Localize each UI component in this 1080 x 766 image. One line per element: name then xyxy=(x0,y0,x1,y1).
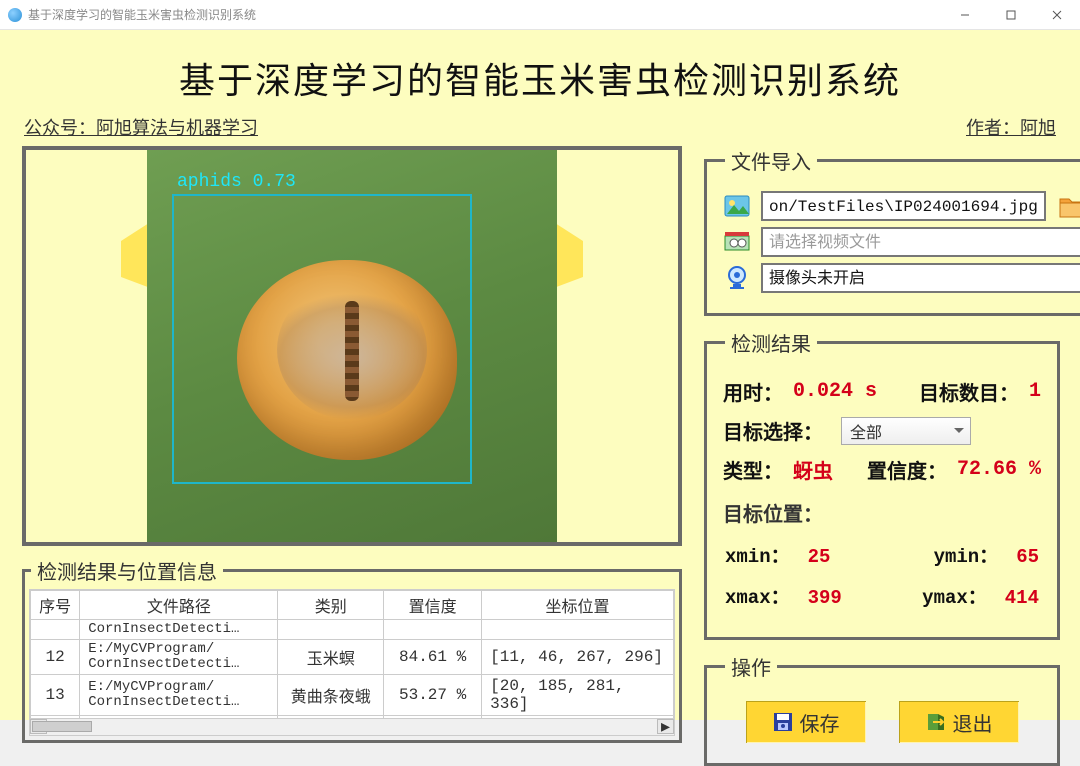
minimize-button[interactable] xyxy=(942,0,988,30)
subtitle-left: 公众号：阿旭算法与机器学习 xyxy=(24,114,258,140)
conf-label: 置信度： xyxy=(867,455,947,484)
target-select[interactable]: 全部 xyxy=(841,417,971,445)
save-icon xyxy=(772,711,794,733)
browse-image-button[interactable] xyxy=(1056,191,1080,221)
window-titlebar: 基于深度学习的智能玉米害虫检测识别系统 xyxy=(0,0,1080,30)
col-index[interactable]: 序号 xyxy=(31,591,80,620)
actions-legend: 操作 xyxy=(725,652,777,681)
save-button[interactable]: 保存 xyxy=(746,701,866,743)
bounding-box xyxy=(172,194,472,484)
col-path[interactable]: 文件路径 xyxy=(80,591,278,620)
image-path-field[interactable]: on/TestFiles\IP024001694.jpg xyxy=(761,191,1046,221)
window-title: 基于深度学习的智能玉米害虫检测识别系统 xyxy=(28,6,256,23)
time-label: 用时： xyxy=(723,377,783,406)
col-conf[interactable]: 置信度 xyxy=(384,591,482,620)
table-row[interactable]: 12E:/MyCVProgram/CornInsectDetecti…玉米螟84… xyxy=(31,640,674,675)
results-table[interactable]: 序号 文件路径 类别 置信度 坐标位置 CornInsectDetecti…12… xyxy=(29,589,675,719)
time-value: 0.024 s xyxy=(793,380,877,403)
table-row[interactable]: CornInsectDetecti… xyxy=(31,620,674,640)
detection-result-legend: 检测结果 xyxy=(725,328,817,357)
target-select-label: 目标选择： xyxy=(723,416,823,445)
camera-status-field[interactable]: 摄像头未开启 xyxy=(761,263,1080,293)
close-button[interactable] xyxy=(1034,0,1080,30)
subtitle-right: 作者：阿旭 xyxy=(966,114,1056,140)
file-import-legend: 文件导入 xyxy=(725,146,817,175)
position-label: 目标位置： xyxy=(723,498,1041,527)
detection-image: aphids 0.73 xyxy=(22,146,682,546)
xmax-value: 399 xyxy=(808,587,842,609)
col-class[interactable]: 类别 xyxy=(278,591,384,620)
camera-icon xyxy=(723,265,751,291)
horizontal-scrollbar[interactable]: ◂▸ xyxy=(29,719,675,736)
col-coord[interactable]: 坐标位置 xyxy=(482,591,674,620)
conf-value: 72.66 % xyxy=(957,458,1041,481)
results-table-panel: 检测结果与位置信息 序号 文件路径 类别 置信度 坐标位置 CornInsect… xyxy=(22,556,682,743)
table-row[interactable]: 13E:/MyCVProgram/CornInsectDetecti…黄曲条夜蛾… xyxy=(31,675,674,716)
type-label: 类型： xyxy=(723,455,783,484)
ymax-value: 414 xyxy=(1005,587,1039,609)
xmax-label: xmax： xyxy=(725,587,790,609)
detection-result-panel: 检测结果 用时： 0.024 s 目标数目： 1 目标选择： 全部 xyxy=(704,328,1060,640)
ymax-label: ymax： xyxy=(922,587,987,609)
exit-button[interactable]: 退出 xyxy=(899,701,1019,743)
ymin-value: 65 xyxy=(1016,546,1039,568)
maximize-button[interactable] xyxy=(988,0,1034,30)
type-value: 蚜虫 xyxy=(793,455,833,484)
count-label: 目标数目： xyxy=(919,377,1019,406)
exit-icon xyxy=(925,711,947,733)
xmin-label: xmin： xyxy=(725,546,790,568)
page-title: 基于深度学习的智能玉米害虫检测识别系统 xyxy=(22,38,1058,114)
video-path-field[interactable]: 请选择视频文件 xyxy=(761,227,1080,257)
bounding-box-label: aphids 0.73 xyxy=(177,172,296,192)
count-value: 1 xyxy=(1029,380,1041,403)
ymin-label: ymin： xyxy=(934,546,999,568)
image-file-icon xyxy=(723,193,751,219)
actions-panel: 操作 保存 退出 xyxy=(704,652,1060,766)
app-icon xyxy=(8,8,22,22)
file-import-panel: 文件导入 on/TestFiles\IP024001694.jpg 请选择视频文… xyxy=(704,146,1080,316)
video-file-icon xyxy=(723,229,751,255)
xmin-value: 25 xyxy=(808,546,831,568)
results-table-legend: 检测结果与位置信息 xyxy=(31,556,223,585)
